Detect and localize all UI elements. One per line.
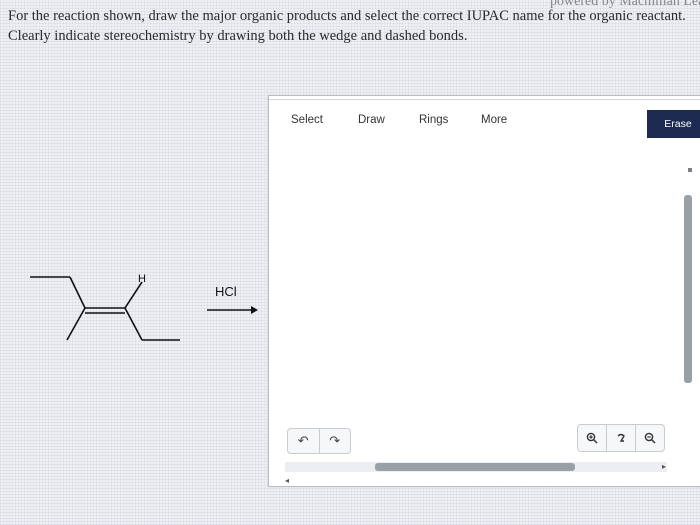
scroll-left-arrow-icon[interactable]: ◂ <box>285 476 289 485</box>
reagent-label: HCl <box>215 284 237 299</box>
bond <box>124 281 143 309</box>
zoom-controls <box>577 424 665 452</box>
bond <box>124 307 143 341</box>
erase-button[interactable]: Erase <box>647 110 700 138</box>
reactant-structure: H <box>30 273 258 341</box>
redo-icon[interactable]: ↷ <box>318 429 351 453</box>
draw-tool-button[interactable]: Draw <box>358 114 385 126</box>
question-line-2: Clearly indicate stereochemistry by draw… <box>8 28 468 44</box>
horizontal-scroll-thumb[interactable] <box>375 463 575 471</box>
hydrogen-label: H <box>138 273 146 285</box>
scroll-right-arrow-icon[interactable]: ▸ <box>662 462 666 471</box>
more-tool-button[interactable]: More <box>481 114 507 126</box>
question-text: For the reaction shown, draw the major o… <box>8 6 688 46</box>
reaction-arrow-head <box>251 306 258 314</box>
select-tool-button[interactable]: Select <box>291 114 323 126</box>
editor-toolbar: Select Draw Rings More <box>269 108 700 134</box>
zoom-out-icon[interactable] <box>635 425 664 451</box>
question-line-1: For the reaction shown, draw the major o… <box>8 8 686 24</box>
scrollbar-arrow[interactable] <box>688 168 692 172</box>
zoom-reset-icon[interactable] <box>606 425 635 451</box>
undo-redo-group: ↶ ↷ <box>287 428 351 454</box>
zoom-in-icon[interactable] <box>578 425 606 451</box>
bond <box>66 307 86 341</box>
vertical-scrollbar[interactable] <box>684 195 692 383</box>
rings-tool-button[interactable]: Rings <box>419 114 448 126</box>
editor-top-divider <box>269 99 700 100</box>
undo-icon[interactable]: ↶ <box>288 429 319 453</box>
bond <box>69 276 86 309</box>
